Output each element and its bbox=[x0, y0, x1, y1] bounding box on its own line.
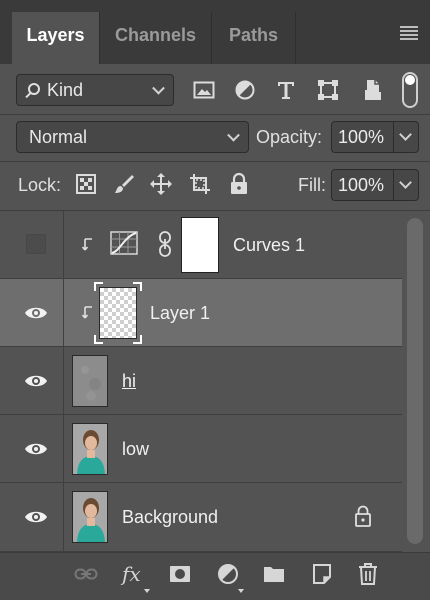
eye-icon[interactable] bbox=[24, 305, 48, 321]
lock-all-icon[interactable] bbox=[227, 172, 251, 196]
eye-icon[interactable] bbox=[24, 373, 48, 389]
lock-position-icon[interactable] bbox=[149, 172, 173, 196]
visibility-cell[interactable] bbox=[0, 211, 64, 278]
layer-row-curves-1[interactable]: Curves 1 bbox=[0, 211, 402, 279]
visibility-cell[interactable] bbox=[0, 279, 64, 346]
new-adjustment-icon[interactable] bbox=[216, 562, 244, 593]
panel-tab-bar: Layers Channels Paths bbox=[0, 0, 430, 64]
new-group-icon[interactable] bbox=[262, 562, 286, 586]
lock-transparent-pixels-icon[interactable] bbox=[74, 172, 98, 196]
tab-layers[interactable]: Layers bbox=[12, 12, 100, 64]
layer-row-background[interactable]: Background bbox=[0, 483, 402, 552]
layer-thumbnail[interactable] bbox=[72, 491, 108, 543]
delete-layer-icon[interactable] bbox=[356, 562, 380, 586]
blend-mode-value: Normal bbox=[29, 127, 88, 147]
fill-label: Fill: bbox=[298, 175, 326, 195]
layer-name: hi bbox=[122, 371, 137, 391]
selection-corners bbox=[94, 282, 142, 344]
layer-name: Layer 1 bbox=[150, 303, 211, 323]
chevron-down-icon bbox=[152, 81, 165, 95]
new-layer-icon[interactable] bbox=[310, 562, 334, 586]
layer-row-layer-1[interactable]: Layer 1 bbox=[0, 279, 402, 347]
visibility-cell[interactable] bbox=[0, 347, 64, 414]
shape-filter-icon[interactable] bbox=[316, 78, 340, 102]
opacity-dropdown-button[interactable] bbox=[393, 121, 419, 153]
eye-icon[interactable] bbox=[24, 441, 48, 457]
portrait-thumbnail-image bbox=[73, 492, 107, 542]
lock-icon[interactable] bbox=[354, 505, 372, 527]
filter-kind-label: Kind bbox=[47, 80, 84, 100]
texture-thumbnail-image bbox=[73, 356, 107, 406]
image-filter-icon[interactable] bbox=[192, 78, 216, 102]
opacity-label: Opacity: bbox=[256, 127, 323, 147]
chevron-down-icon bbox=[399, 128, 412, 141]
chevron-down-icon bbox=[399, 176, 412, 189]
tab-channels[interactable]: Channels bbox=[100, 12, 212, 64]
visibility-off-box[interactable] bbox=[26, 234, 46, 254]
lock-artboard-icon[interactable] bbox=[188, 172, 212, 196]
chain-link-icon[interactable] bbox=[158, 231, 172, 257]
search-icon bbox=[28, 83, 40, 95]
filter-kind-dropdown[interactable]: Kind bbox=[16, 74, 174, 106]
visibility-cell[interactable] bbox=[0, 415, 64, 482]
filter-toggle-switch[interactable] bbox=[402, 72, 418, 108]
layer-mask-thumbnail[interactable] bbox=[181, 217, 219, 273]
add-mask-icon[interactable] bbox=[168, 562, 192, 586]
type-filter-icon[interactable] bbox=[274, 78, 298, 102]
panel-menu-icon[interactable] bbox=[400, 26, 418, 40]
link-layers-icon[interactable] bbox=[74, 562, 98, 586]
curves-adjustment-icon bbox=[110, 231, 138, 255]
fill-dropdown-button[interactable] bbox=[393, 169, 419, 201]
fill-input[interactable]: 100% bbox=[331, 169, 394, 201]
layer-row-hi[interactable]: hi bbox=[0, 347, 402, 415]
clipping-mask-arrow-icon bbox=[82, 238, 92, 251]
layers-list: Curves 1 Layer 1 hi low Background bbox=[0, 211, 402, 552]
layer-thumbnail[interactable] bbox=[72, 355, 108, 407]
layer-row-low[interactable]: low bbox=[0, 415, 402, 483]
fx-icon[interactable]: fx bbox=[122, 562, 150, 593]
divider bbox=[0, 114, 430, 115]
layer-name: Curves 1 bbox=[233, 235, 306, 255]
opacity-input[interactable]: 100% bbox=[331, 121, 394, 153]
adjustment-filter-icon[interactable] bbox=[233, 78, 257, 102]
layer-name: Background bbox=[122, 507, 219, 527]
lock-image-pixels-icon[interactable] bbox=[112, 172, 136, 196]
lock-label: Lock: bbox=[18, 175, 62, 195]
tab-paths[interactable]: Paths bbox=[212, 12, 296, 64]
scrollbar-thumb[interactable] bbox=[407, 218, 423, 544]
clipping-mask-arrow-icon bbox=[82, 306, 92, 319]
eye-icon[interactable] bbox=[24, 509, 48, 525]
blend-mode-dropdown[interactable]: Normal bbox=[16, 121, 249, 153]
portrait-thumbnail-image bbox=[73, 424, 107, 474]
divider bbox=[0, 161, 430, 162]
smart-object-filter-icon[interactable] bbox=[360, 78, 384, 102]
layer-name: low bbox=[122, 439, 150, 459]
layer-thumbnail[interactable] bbox=[72, 423, 108, 475]
visibility-cell[interactable] bbox=[0, 483, 64, 551]
chevron-down-icon bbox=[227, 128, 240, 142]
